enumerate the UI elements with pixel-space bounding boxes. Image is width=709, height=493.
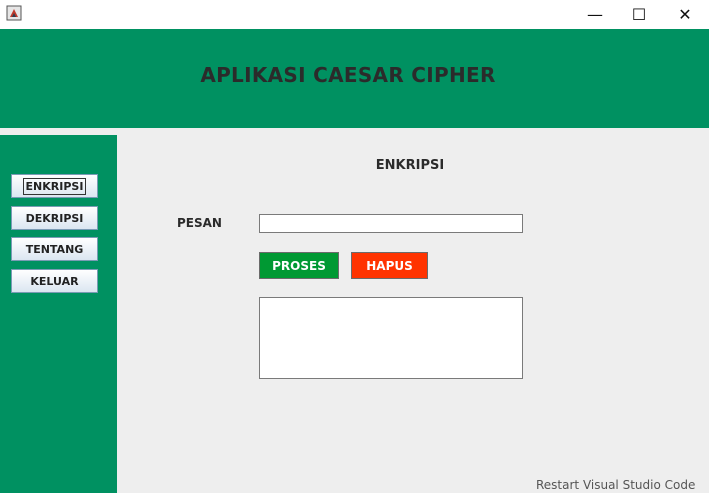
maximize-icon: ☐ — [631, 5, 647, 24]
minimize-button[interactable]: — — [572, 0, 618, 29]
close-icon: ✕ — [678, 5, 692, 24]
nav-dekripsi-button[interactable]: DEKRIPSI — [11, 206, 98, 230]
hapus-button[interactable]: HAPUS — [351, 252, 428, 279]
sidebar: ENKRIPSI DEKRIPSI TENTANG KELUAR — [0, 135, 117, 493]
nav-keluar-button[interactable]: KELUAR — [11, 269, 98, 293]
app-header: APLIKASI CAESAR CIPHER — [0, 29, 709, 128]
pesan-label: PESAN — [177, 216, 222, 230]
close-button[interactable]: ✕ — [662, 0, 708, 29]
nav-dekripsi-label: DEKRIPSI — [25, 211, 84, 225]
section-title: ENKRIPSI — [375, 158, 445, 173]
nav-tentang-button[interactable]: TENTANG — [11, 237, 98, 261]
app-title: APLIKASI CAESAR CIPHER — [200, 63, 496, 87]
minimize-icon: — — [587, 5, 603, 24]
proses-button[interactable]: PROSES — [259, 252, 339, 279]
java-app-icon — [6, 5, 22, 21]
window-titlebar: — ☐ ✕ — [0, 0, 709, 29]
background-window-fragment: Restart Visual Studio Code — [536, 478, 696, 492]
nav-tentang-label: TENTANG — [25, 242, 84, 256]
nav-enkripsi-label: ENKRIPSI — [22, 177, 87, 195]
maximize-button[interactable]: ☐ — [616, 0, 662, 29]
nav-keluar-label: KELUAR — [30, 274, 79, 288]
output-textarea[interactable] — [259, 297, 523, 379]
nav-enkripsi-button[interactable]: ENKRIPSI — [11, 174, 98, 198]
pesan-input[interactable] — [259, 214, 523, 233]
